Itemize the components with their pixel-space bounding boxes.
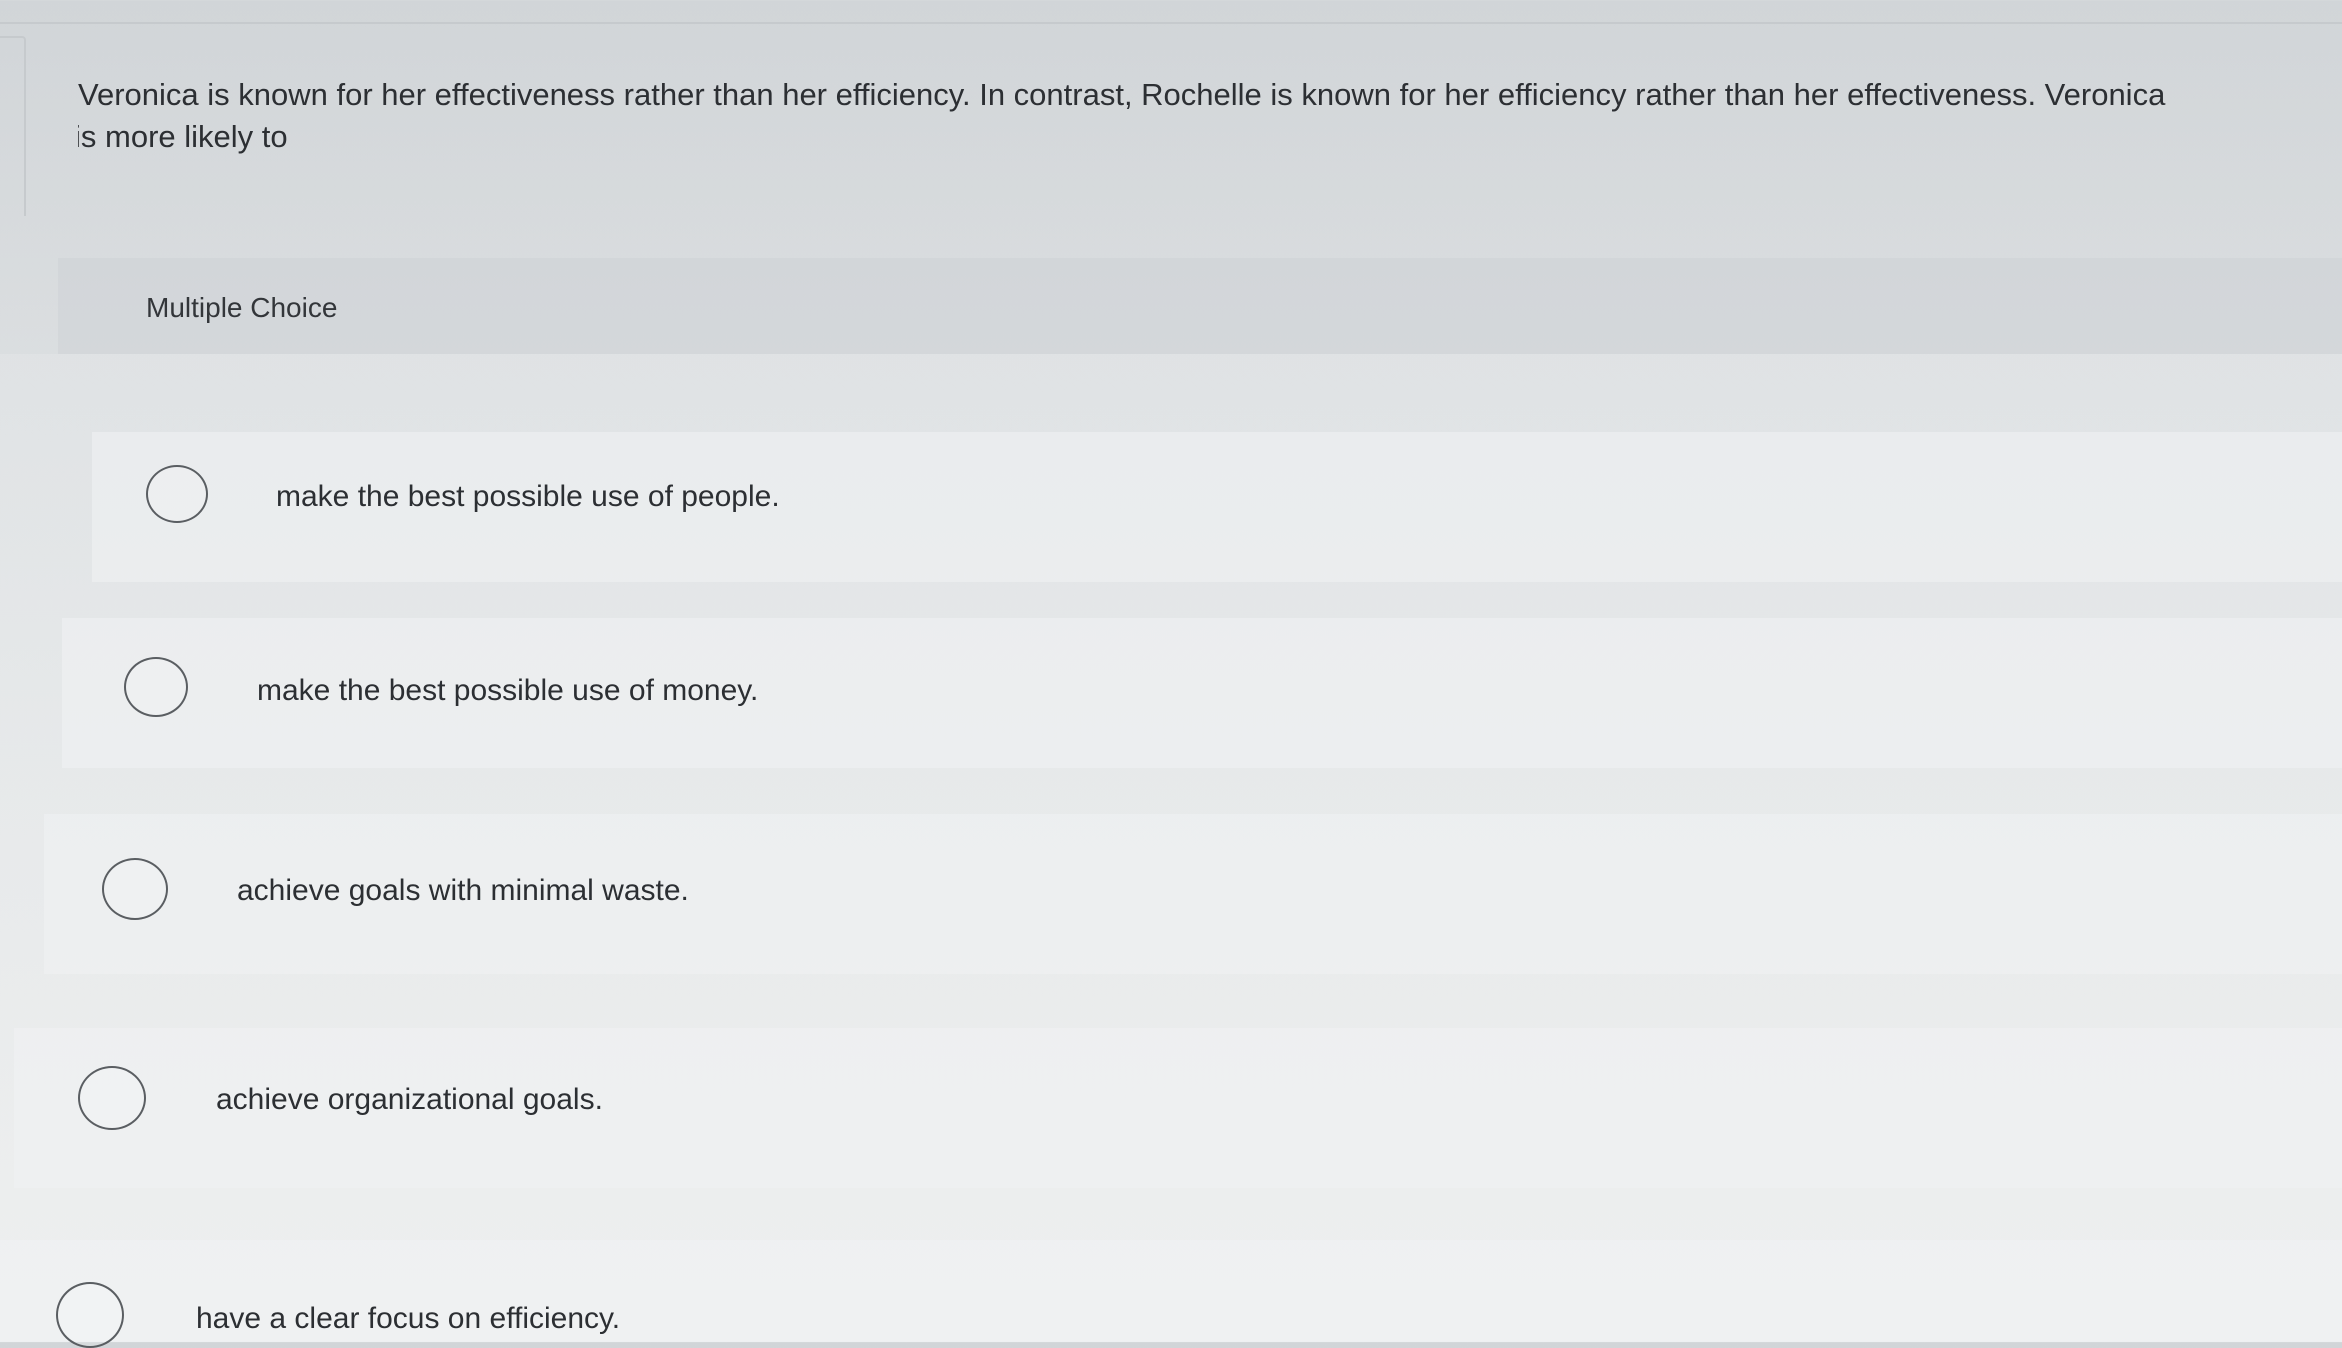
option-3-radio[interactable] [102, 858, 168, 920]
option-2-radio[interactable] [124, 657, 188, 717]
option-2[interactable]: make the best possible use of money. [62, 618, 2342, 768]
option-4-label[interactable]: achieve organizational goals. [216, 1083, 603, 1117]
page-top-border [0, 0, 2342, 24]
option-3-label[interactable]: achieve goals with minimal waste. [237, 874, 689, 908]
multiple-choice-label: Multiple Choice [146, 292, 338, 323]
option-5-radio[interactable] [56, 1282, 124, 1348]
option-3[interactable]: achieve goals with minimal waste. [44, 814, 2342, 974]
question-line-2: is more likely to [78, 119, 288, 154]
option-4[interactable]: achieve organizational goals. [14, 1028, 2342, 1188]
option-1[interactable]: make the best possible use of people. [92, 432, 2342, 582]
option-1-label[interactable]: make the best possible use of people. [276, 480, 780, 514]
page-left-border [0, 36, 26, 216]
multiple-choice-header: Multiple Choice [58, 258, 2342, 354]
option-1-radio[interactable] [146, 465, 208, 523]
option-5[interactable]: have a clear focus on efficiency. [0, 1240, 2342, 1348]
question-prompt: Veronica is known for her effectiveness … [78, 74, 2342, 158]
option-2-label[interactable]: make the best possible use of money. [257, 674, 758, 708]
option-4-radio[interactable] [78, 1066, 146, 1130]
question-line-1: Veronica is known for her effectiveness … [78, 77, 2166, 112]
option-5-label[interactable]: have a clear focus on efficiency. [196, 1302, 620, 1336]
